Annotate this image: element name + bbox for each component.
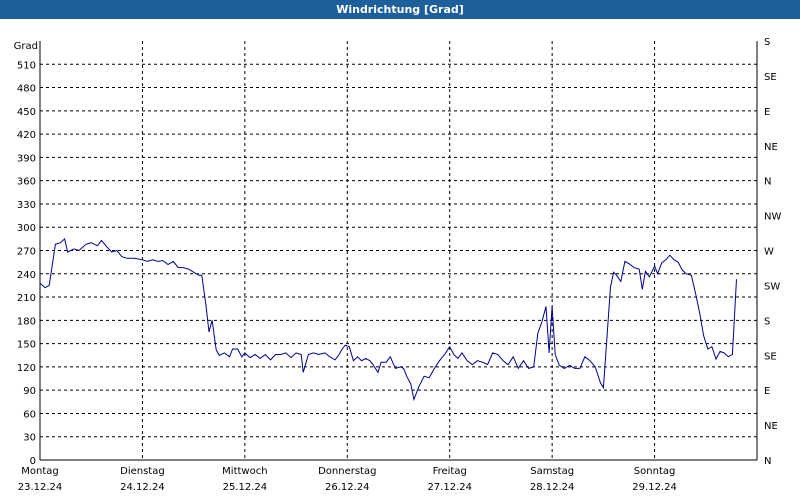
x-tick-day-label: Sonntag: [634, 466, 676, 477]
x-tick-date-label: 27.12.24: [427, 482, 472, 493]
right-tick-label: N: [764, 456, 771, 467]
right-tick-label: W: [764, 247, 774, 258]
x-axis-labels: Montag 23.12.24 Dienstag 24.12.24 Mittwoch 25…: [18, 466, 677, 493]
grid-lines: [40, 41, 757, 460]
x-tick-date-label: 28.12.24: [530, 482, 575, 493]
y-tick-label: 300: [17, 223, 36, 234]
right-tick-label: NW: [764, 212, 781, 223]
y-tick-label: 60: [23, 409, 36, 420]
x-tick-day-label: Freitag: [433, 466, 467, 477]
x-tick-day-label: Donnerstag: [318, 466, 376, 477]
y-tick-label: 240: [17, 270, 36, 281]
y-tick-label: 360: [17, 177, 36, 188]
left-axis-ticks: 0306090120150180210240270300330360390420…: [17, 60, 36, 467]
y-tick-label: 330: [17, 200, 36, 211]
wind-direction-chart: 0306090120150180210240270300330360390420…: [14, 37, 782, 493]
x-tick-day-label: Mittwoch: [222, 466, 267, 477]
y-tick-label: 270: [17, 247, 36, 258]
y-tick-label: 420: [17, 130, 36, 141]
x-tick-day-label: Montag: [21, 466, 58, 477]
x-tick-date-label: 29.12.24: [632, 482, 677, 493]
x-tick-date-label: 25.12.24: [223, 482, 268, 493]
right-tick-label: SE: [764, 72, 777, 83]
y-axis-label: Grad: [14, 41, 38, 52]
y-tick-label: 150: [17, 340, 36, 351]
chart-area: 0 30 60 90 120 150 180 210 240 270 300 330 360 390 420…: [0, 19, 800, 500]
y-tick-label: 180: [17, 316, 36, 327]
y-tick-label: 210: [17, 293, 36, 304]
series-line-windrichtung: [39, 237, 737, 402]
y-tick-label: 120: [17, 363, 36, 374]
plot-frame: [39, 41, 758, 461]
y-tick-label: 390: [17, 153, 36, 164]
series-layer: [39, 237, 737, 402]
x-tick-date-label: 24.12.24: [120, 482, 165, 493]
right-tick-label: NE: [764, 142, 778, 153]
right-axis-ticks: N NE E SE S SW W NW N NE E SE S: [764, 37, 781, 467]
x-tick-day-label: Samstag: [530, 466, 574, 477]
y-tick-label: 510: [17, 60, 36, 71]
right-tick-label: S: [764, 37, 770, 48]
right-tick-label: E: [764, 107, 770, 118]
right-tick-label: SW: [764, 281, 780, 292]
y-tick-label: 30: [23, 433, 36, 444]
x-tick-day-label: Dienstag: [120, 466, 165, 477]
right-tick-label: SE: [764, 351, 777, 362]
x-tick-date-label: 26.12.24: [325, 482, 370, 493]
chart-title: Windrichtung [Grad]: [0, 0, 800, 19]
right-tick-label: S: [764, 316, 770, 327]
right-tick-label: E: [764, 386, 770, 397]
right-tick-label: N: [764, 177, 771, 188]
y-tick-label: 450: [17, 107, 36, 118]
y-tick-label: 480: [17, 84, 36, 95]
y-tick-label: 90: [23, 386, 36, 397]
x-tick-date-label: 23.12.24: [18, 482, 63, 493]
right-tick-label: NE: [764, 421, 778, 432]
